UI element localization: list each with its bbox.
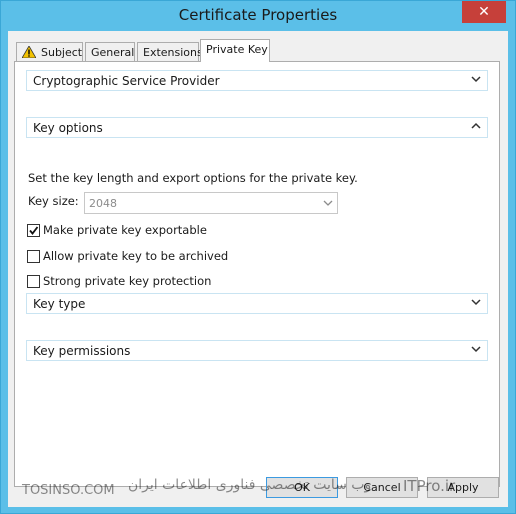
chevron-down-icon <box>471 76 481 83</box>
key-size-value: 2048 <box>89 197 117 210</box>
section-key-type-label: Key type <box>33 297 86 311</box>
section-csp-label: Cryptographic Service Provider <box>33 74 220 88</box>
chevron-down-icon <box>471 299 481 306</box>
tab-general[interactable]: General <box>85 42 135 61</box>
certificate-properties-window: Certificate Properties ✕ Subject General… <box>0 0 516 514</box>
section-cryptographic-service-provider[interactable]: Cryptographic Service Provider <box>26 70 488 91</box>
tab-extensions-label: Extensions <box>143 46 203 59</box>
exportable-checkbox[interactable] <box>27 224 40 237</box>
close-button[interactable]: ✕ <box>462 1 506 23</box>
chevron-up-icon <box>471 122 481 129</box>
section-key-options-label: Key options <box>33 121 103 135</box>
strong-protection-label[interactable]: Strong private key protection <box>43 274 211 288</box>
key-options-description: Set the key length and export options fo… <box>28 171 358 185</box>
ok-button[interactable]: OK <box>266 477 338 498</box>
cancel-button[interactable]: Cancel <box>346 477 418 498</box>
archive-label[interactable]: Allow private key to be archived <box>43 249 228 263</box>
archive-checkbox[interactable] <box>27 250 40 263</box>
strong-protection-checkbox[interactable] <box>27 275 40 288</box>
key-size-label: Key size: <box>28 194 79 208</box>
key-size-select[interactable]: 2048 <box>84 192 338 214</box>
section-key-type[interactable]: Key type <box>26 293 488 314</box>
private-key-panel: Cryptographic Service Provider Key optio… <box>14 61 500 487</box>
tab-private-key-label: Private Key <box>206 43 268 56</box>
dialog-client: Subject General Extensions Private Key C… <box>8 31 508 507</box>
chevron-down-icon <box>323 200 333 206</box>
exportable-label[interactable]: Make private key exportable <box>43 223 207 237</box>
window-title: Certificate Properties <box>178 6 338 24</box>
chevron-down-icon <box>471 346 481 353</box>
tab-subject-label: Subject <box>41 46 83 59</box>
section-key-permissions[interactable]: Key permissions <box>26 340 488 361</box>
tab-general-label: General <box>91 46 135 59</box>
title-bar[interactable]: Certificate Properties ✕ <box>1 1 515 31</box>
tab-subject[interactable]: Subject <box>16 42 83 61</box>
section-key-permissions-label: Key permissions <box>33 344 131 358</box>
section-key-options[interactable]: Key options <box>26 117 488 138</box>
warning-icon <box>22 46 36 58</box>
tab-private-key[interactable]: Private Key <box>200 39 270 62</box>
tab-extensions[interactable]: Extensions <box>137 42 203 61</box>
apply-button[interactable]: Apply <box>427 477 499 498</box>
checkmark-icon <box>29 226 39 235</box>
